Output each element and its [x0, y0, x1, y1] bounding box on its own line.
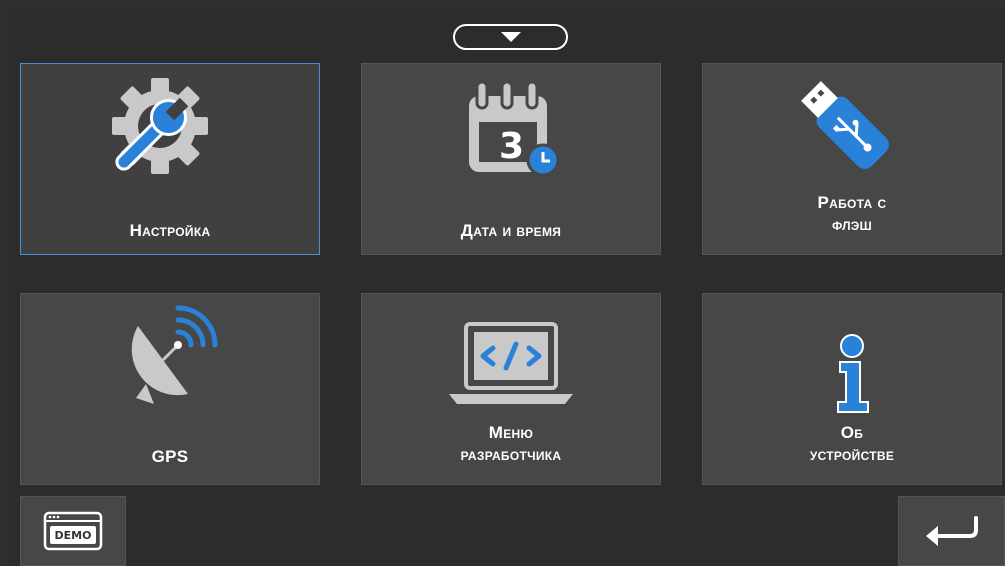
- calendar-day-number: 3: [499, 126, 524, 167]
- tile-about-device[interactable]: Об устройстве: [702, 293, 1002, 485]
- pull-down-tab[interactable]: [453, 24, 568, 50]
- demo-label: DEMO: [55, 529, 92, 542]
- tile-date-time[interactable]: 3 Дата и время: [361, 63, 661, 255]
- settings-wrench-icon: [21, 64, 319, 194]
- satellite-dish-icon: [21, 294, 319, 424]
- tile-date-time-label: Дата и время: [460, 221, 562, 240]
- calendar-clock-icon: 3: [362, 64, 660, 194]
- usb-flash-icon: [703, 64, 1001, 194]
- back-button[interactable]: [898, 496, 1005, 566]
- tile-gps-label: GPS: [151, 447, 189, 466]
- tile-about-device-label: Об устройстве: [809, 423, 895, 464]
- tile-settings-label: Настройка: [129, 221, 211, 240]
- laptop-code-icon: [362, 294, 660, 424]
- return-arrow-icon: [925, 516, 978, 546]
- tile-flash-label: Работа с флэш: [817, 193, 887, 234]
- info-icon: [703, 294, 1001, 424]
- tile-flash[interactable]: Работа с флэш: [702, 63, 1002, 255]
- triangle-down-icon: [500, 32, 521, 42]
- demo-button[interactable]: DEMO: [20, 496, 126, 566]
- tile-developer-menu-label: Меню разработчика: [460, 423, 562, 464]
- demo-icon: DEMO: [43, 511, 103, 551]
- tile-gps[interactable]: GPS: [20, 293, 320, 485]
- tile-developer-menu[interactable]: Меню разработчика: [361, 293, 661, 485]
- tile-settings[interactable]: Настройка: [20, 63, 320, 255]
